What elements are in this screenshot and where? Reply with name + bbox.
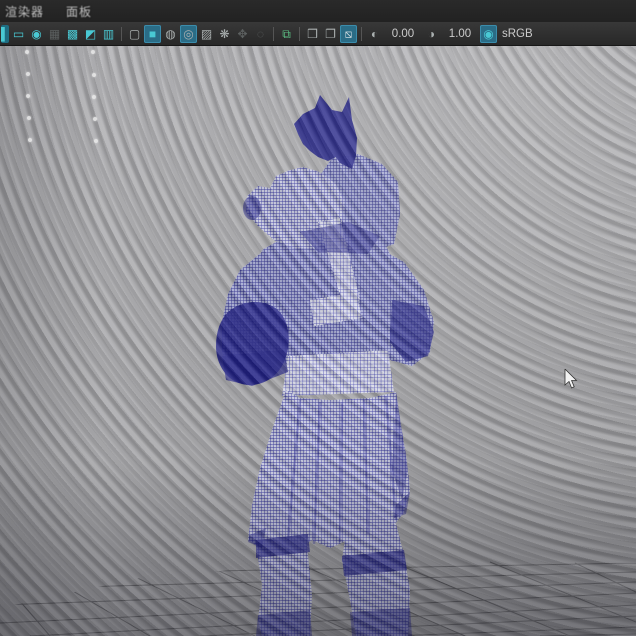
view-transform-icon[interactable]: ◉ xyxy=(480,24,497,43)
menu-renderer[interactable]: 渲染器 xyxy=(5,3,44,20)
lights-mode-icon[interactable]: ◎ xyxy=(180,24,197,43)
exposure-icon[interactable]: ◐ xyxy=(366,25,383,43)
xray-active-icon[interactable]: ⧅ xyxy=(340,24,357,43)
reflection-dot xyxy=(26,94,30,98)
reflection-dot xyxy=(26,72,30,76)
wireframe-model[interactable] xyxy=(216,95,434,636)
reflection-dot xyxy=(27,116,31,120)
exposure-value[interactable]: 0.00 xyxy=(384,28,422,40)
xray-icon[interactable]: ❒ xyxy=(304,25,321,43)
toolbar-separator xyxy=(299,26,300,41)
panel-menu-bar: 渲染器 面板 xyxy=(0,0,636,22)
shadows-icon[interactable]: ▨ xyxy=(198,25,215,43)
toolbar-separator xyxy=(361,26,362,41)
reflection-dot xyxy=(91,50,95,54)
ambient-occlusion-icon[interactable]: ❋ xyxy=(216,25,233,43)
right-foot-shade xyxy=(350,608,412,636)
boar-snout xyxy=(243,196,261,220)
isolate-select-icon[interactable]: ⧉ xyxy=(278,25,295,43)
menu-panels[interactable]: 面板 xyxy=(66,3,92,20)
gamma-icon[interactable]: ◑ xyxy=(423,25,440,43)
view-transform-label[interactable]: sRGB xyxy=(498,28,537,40)
jackal-head-solid xyxy=(294,95,357,169)
reflection-dot xyxy=(94,139,98,143)
reflection-dot xyxy=(25,50,29,54)
maya-viewport-window: 渲染器 面板 ▌ ▭ ◉ ▦ ▩ ◩ ▥ ▢ ■ ◍ ◎ ▨ ❋ ✥ ◌ ⧉ ❒… xyxy=(0,0,636,636)
safe-title-icon[interactable]: ▥ xyxy=(100,25,117,43)
field-chart-icon[interactable]: ◩ xyxy=(82,25,99,43)
waistband-mesh xyxy=(282,350,394,396)
reflection-dot xyxy=(92,73,96,77)
wireframe-mode-icon[interactable]: ▢ xyxy=(126,25,143,43)
anti-alias-icon[interactable]: ◌ xyxy=(252,25,269,43)
left-cuff-solid xyxy=(222,350,288,386)
film-gate-icon[interactable]: ◉ xyxy=(28,25,45,43)
gate-mask-icon[interactable]: ▩ xyxy=(64,25,81,43)
gamma-value[interactable]: 1.00 xyxy=(441,28,479,40)
resolution-gate-icon[interactable]: ▦ xyxy=(46,25,63,43)
mouse-cursor-icon xyxy=(564,369,578,389)
ground-grid xyxy=(0,560,636,636)
viewport-toolbar: ▌ ▭ ◉ ▦ ▩ ◩ ▥ ▢ ■ ◍ ◎ ▨ ❋ ✥ ◌ ⧉ ❒ ❐ ⧅ ◐ … xyxy=(0,22,636,46)
camera-icon[interactable]: ▭ xyxy=(10,25,27,43)
textured-mode-icon[interactable]: ◍ xyxy=(162,25,179,43)
toolbar-separator xyxy=(121,26,122,41)
reflection-dot xyxy=(93,117,97,121)
reflection-dot xyxy=(92,95,96,99)
shaded-mode-icon[interactable]: ■ xyxy=(144,24,161,43)
motion-blur-icon[interactable]: ✥ xyxy=(234,25,251,43)
reflection-dot xyxy=(28,138,32,142)
partial-left-icon[interactable]: ▌ xyxy=(1,24,9,43)
toolbar-separator xyxy=(273,26,274,41)
xray-joints-icon[interactable]: ❐ xyxy=(322,25,339,43)
